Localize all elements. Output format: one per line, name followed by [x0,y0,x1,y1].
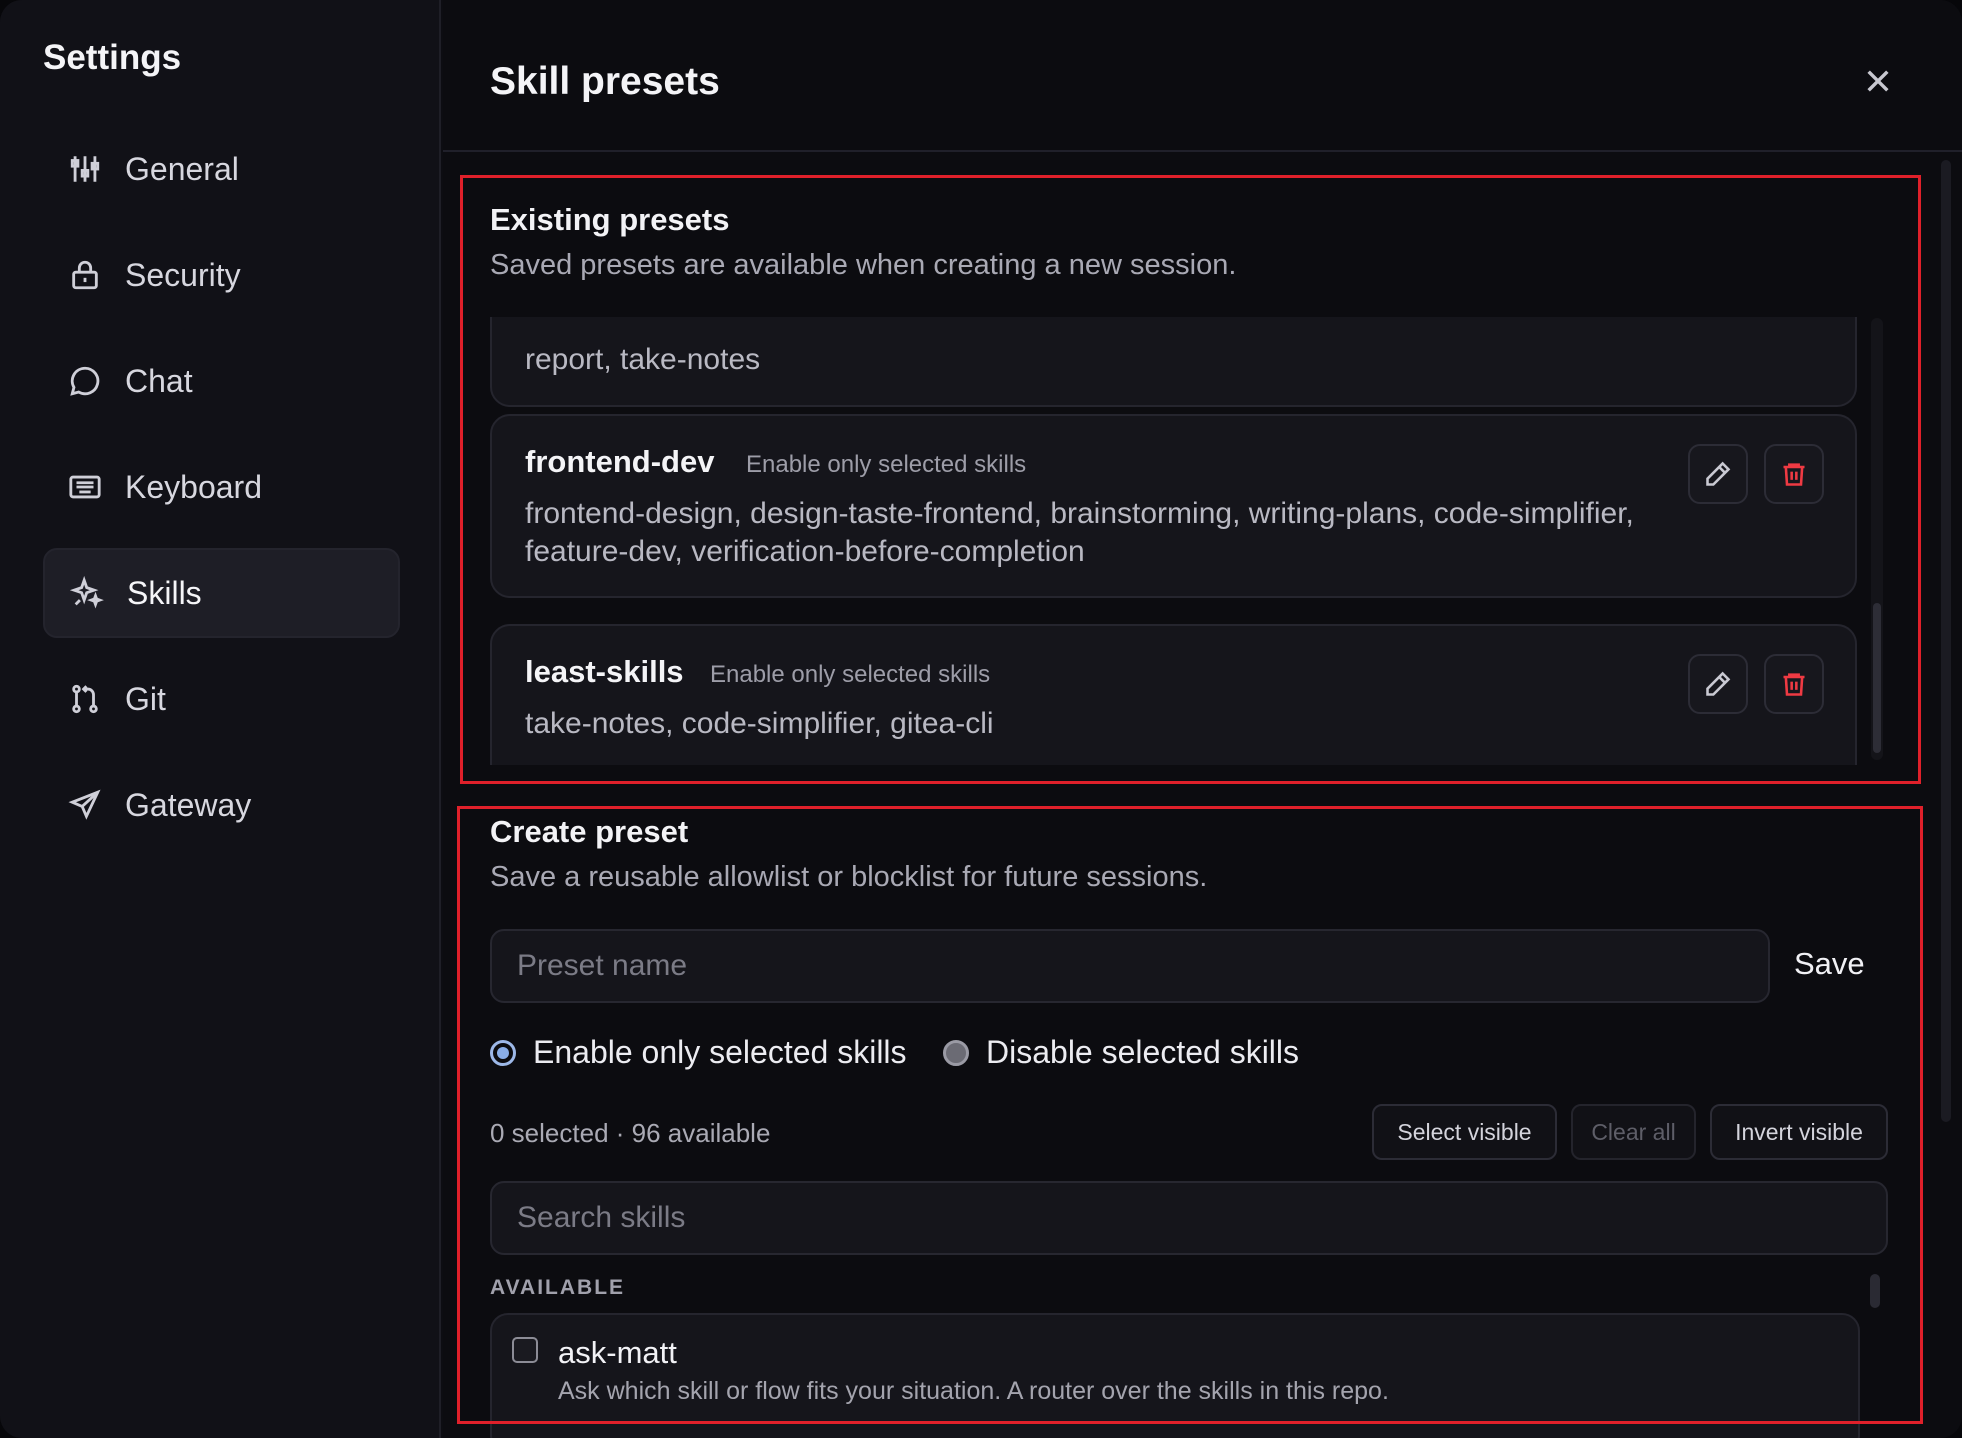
search-skills-input[interactable] [490,1181,1888,1255]
skill-name: ask-matt [558,1335,677,1370]
select-visible-button[interactable]: Select visible [1372,1104,1557,1160]
settings-window: Settings General Security Chat Keyboard … [0,0,1962,1438]
sidebar-item-label: Security [125,256,241,293]
preset-skills: take-notes, code-simplifier, gitea-cli [525,707,994,740]
create-preset-subtitle: Save a reusable allowlist or blocklist f… [490,861,1208,893]
preset-skills: report, take-notes [525,343,761,376]
preset-name: least-skills [525,654,684,689]
close-icon [1867,70,1889,92]
sidebar-item-general[interactable]: General [43,124,400,214]
radio-selected [490,1039,516,1066]
sidebar-nav: General Security Chat Keyboard Skills Gi… [43,124,400,866]
edit-preset-button[interactable] [1688,444,1748,504]
radio-unselected [943,1039,969,1066]
delete-preset-button[interactable] [1764,444,1824,504]
lock-icon [67,257,103,293]
pencil-icon [1706,671,1731,696]
sidebar-item-label: Git [125,680,166,717]
presets-list: report, take-notes frontend-dev Enable o… [490,317,1874,765]
git-branch-icon [67,681,103,717]
invert-visible-button[interactable]: Invert visible [1710,1104,1888,1160]
sidebar-item-skills[interactable]: Skills [43,548,400,638]
presets-scrollbar-thumb[interactable] [1873,603,1881,753]
sidebar-item-label: General [125,150,239,187]
pencil-icon [1706,461,1731,486]
sidebar-item-label: Keyboard [125,468,262,505]
sidebar-item-label: Skills [127,574,202,611]
keyboard-icon [67,469,103,505]
delete-preset-button[interactable] [1764,654,1824,714]
preset-card: report, take-notes [490,317,1857,407]
sidebar-item-gateway[interactable]: Gateway [43,760,400,850]
skill-checkbox[interactable] [512,1337,538,1363]
sidebar-title: Settings [43,38,182,77]
send-icon [67,787,103,823]
skills-list-scrollbar[interactable] [1870,1274,1880,1308]
chat-bubble-icon [67,363,103,399]
sidebar-item-security[interactable]: Security [43,230,400,320]
skill-item-ask-matt[interactable]: ask-matt Ask which skill or flow fits yo… [490,1313,1860,1438]
existing-presets-title: Existing presets [490,202,730,237]
panel-scrollbar[interactable] [1941,160,1951,1122]
panel-header: Skill presets [443,0,1962,152]
sidebar-item-keyboard[interactable]: Keyboard [43,442,400,532]
preset-card-least-skills: least-skills Enable only selected skills… [490,624,1857,765]
sidebar-item-label: Chat [125,362,193,399]
presets-scrollbar[interactable] [1871,318,1883,760]
trash-icon [1783,673,1805,696]
skill-presets-panel: Skill presets Existing presets Saved pre… [443,0,1962,1438]
close-button[interactable] [1857,60,1899,102]
radio-label: Enable only selected skills [533,1034,907,1070]
sparkle-icon [69,575,105,611]
sliders-icon [67,151,103,187]
preset-name-input[interactable] [490,929,1770,1003]
page-title: Skill presets [490,60,720,103]
settings-sidebar: Settings General Security Chat Keyboard … [0,0,441,1438]
preset-mode: Enable only selected skills [710,661,991,688]
preset-skills: frontend-design, design-taste-frontend, … [525,497,1634,568]
sidebar-item-label: Gateway [125,786,252,823]
radio-label: Disable selected skills [986,1034,1300,1070]
mode-enable-only-radio[interactable]: Enable only selected skills [490,1034,907,1071]
save-preset-button[interactable]: Save [1794,946,1865,982]
sidebar-item-chat[interactable]: Chat [43,336,400,426]
preset-name: frontend-dev [525,444,715,479]
preset-mode: Enable only selected skills [746,451,1027,478]
create-preset-title: Create preset [490,814,689,849]
clear-all-button[interactable]: Clear all [1571,1104,1696,1160]
selection-count: 0 selected · 96 available [490,1118,771,1148]
sidebar-item-git[interactable]: Git [43,654,400,744]
skill-description: Ask which skill or flow fits your situat… [558,1377,1389,1405]
available-section-label: AVAILABLE [490,1276,626,1299]
trash-icon [1783,463,1805,486]
existing-presets-subtitle: Saved presets are available when creatin… [490,249,1237,281]
mode-disable-selected-radio[interactable]: Disable selected skills [943,1034,1299,1071]
edit-preset-button[interactable] [1688,654,1748,714]
preset-card-frontend-dev: frontend-dev Enable only selected skills… [490,414,1857,598]
